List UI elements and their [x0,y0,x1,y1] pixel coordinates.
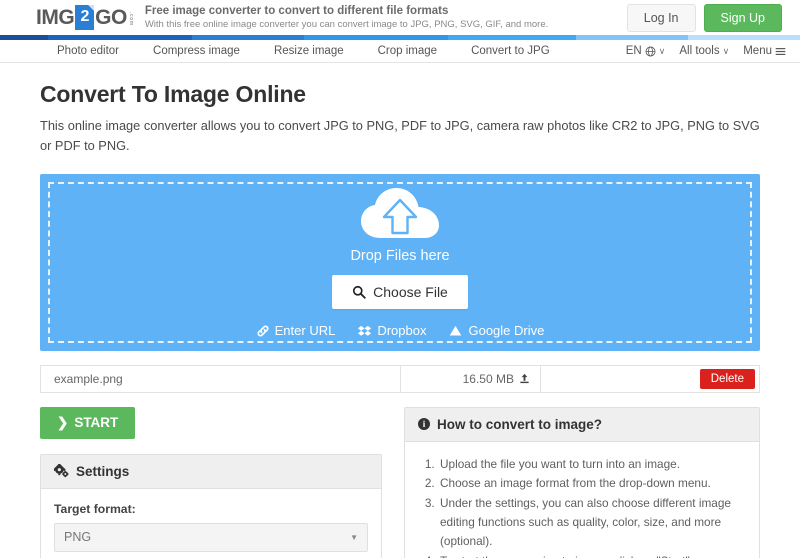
gears-icon [54,464,69,478]
file-actions-cell: Delete [699,366,759,392]
chevron-right-icon: ❯ [57,414,69,430]
logo-text-go: GO [95,6,127,29]
header-auth-actions: Log In Sign Up [626,4,782,32]
all-tools-label: All tools [679,45,720,57]
how-to-steps: Upload the file you want to turn into an… [418,455,746,558]
link-icon [257,325,269,337]
choose-file-button[interactable]: Choose File [332,275,468,310]
cloud-upload-icon [361,188,439,239]
how-to-step: Upload the file you want to turn into an… [438,455,746,474]
page-description: This online image converter allows you t… [40,118,760,153]
settings-panel-header: Settings [41,454,381,489]
how-to-panel: i How to convert to image? Upload the fi… [404,406,760,558]
globe-icon [645,46,656,56]
navbar-links: Photo editor Compress image Resize image… [40,45,567,57]
file-size-label: 16.50 MB [462,371,514,386]
dropzone-source-links: Enter URL Dropbox Google Drive [256,323,544,339]
logo-text-img: IMG [36,6,75,29]
dropbox-link[interactable]: Dropbox [357,323,426,338]
logo-doc-fold [88,5,95,11]
google-drive-icon [450,325,462,336]
target-format-value: PNG [64,530,92,545]
how-to-panel-body: Upload the file you want to turn into an… [405,442,759,558]
language-label: EN [625,45,642,57]
all-tools-menu[interactable]: All tools ∨ [679,45,729,57]
logo-dotcom: .com [127,11,134,26]
how-to-panel-header: i How to convert to image? [405,407,759,442]
nav-item-resize-image[interactable]: Resize image [257,45,361,57]
choose-file-label: Choose File [373,284,448,301]
file-size-cell: 16.50 MB [401,365,541,392]
delete-file-button[interactable]: Delete [699,368,755,389]
dropbox-icon [358,325,372,336]
how-to-step: Under the settings, you can also choose … [438,494,746,552]
chevron-down-icon: ∨ [722,45,730,56]
main-columns: ❯ START Settings Target format: PNG ▼ i … [40,406,760,558]
help-column: i How to convert to image? Upload the fi… [404,406,760,558]
enter-url-label: Enter URL [274,323,336,339]
logo-badge-two: 2 [80,8,89,25]
site-logo[interactable]: IMG 2 GO .com Free image converter to co… [36,4,548,31]
nav-item-convert-to-jpg[interactable]: Convert to JPG [454,45,567,57]
signup-button[interactable]: Sign Up [703,4,782,32]
navbar-utility-links: EN ∨ All tools ∨ Menu [626,45,786,57]
settings-panel-body: Target format: PNG ▼ Quality: i Decide w… [41,489,381,558]
how-to-panel-title: How to convert to image? [437,416,603,432]
page-title: Convert To Image Online [40,81,306,107]
settings-panel: Settings Target format: PNG ▼ Quality: i… [40,453,382,558]
search-icon [353,286,366,299]
info-icon: i [418,418,430,431]
how-to-step: Choose an image format from the drop-dow… [438,474,746,493]
start-button-label: START [74,415,119,431]
login-button[interactable]: Log In [626,4,696,32]
hamburger-icon [775,47,786,55]
tagline-sub: With this free online image converter yo… [144,19,549,31]
language-selector[interactable]: EN ∨ [626,45,666,57]
uploaded-file-row: example.png 16.50 MB Delete [40,364,760,393]
chevron-down-icon: ▼ [350,532,358,542]
file-name-cell: example.png [41,365,401,392]
upload-icon [520,373,529,384]
dropzone-label: Drop Files here [350,248,450,265]
nav-item-crop-image[interactable]: Crop image [361,45,454,57]
page-content: Convert To Image Online This online imag… [0,81,800,558]
nav-item-compress-image[interactable]: Compress image [136,45,257,57]
menu-label: Menu [743,45,772,57]
settings-column: ❯ START Settings Target format: PNG ▼ [40,406,382,558]
enter-url-link[interactable]: Enter URL [256,323,336,339]
chevron-down-icon: ∨ [658,45,666,56]
logo-document-icon: 2 [75,5,95,30]
main-navbar: Photo editor Compress image Resize image… [0,40,800,63]
file-row-spacer [541,366,700,392]
logo-mark: IMG 2 GO .com [36,5,134,30]
header-tagline: Free image converter to convert to diffe… [145,4,548,31]
tagline-main: Free image converter to convert to diffe… [144,4,449,17]
site-header: IMG 2 GO .com Free image converter to co… [0,0,800,35]
start-conversion-button[interactable]: ❯ START [40,406,136,439]
google-drive-label: Google Drive [468,323,545,339]
google-drive-link[interactable]: Google Drive [448,323,544,338]
dropbox-label: Dropbox [377,323,427,339]
target-format-select[interactable]: PNG ▼ [54,522,368,552]
main-menu-button[interactable]: Menu [743,45,786,57]
nav-item-photo-editor[interactable]: Photo editor [40,45,136,57]
settings-panel-title: Settings [76,463,130,479]
file-dropzone[interactable]: Drop Files here Choose File Enter URL Dr… [40,173,760,351]
target-format-label: Target format: [54,501,136,516]
how-to-step: To start the conversion to image, click … [438,552,746,558]
